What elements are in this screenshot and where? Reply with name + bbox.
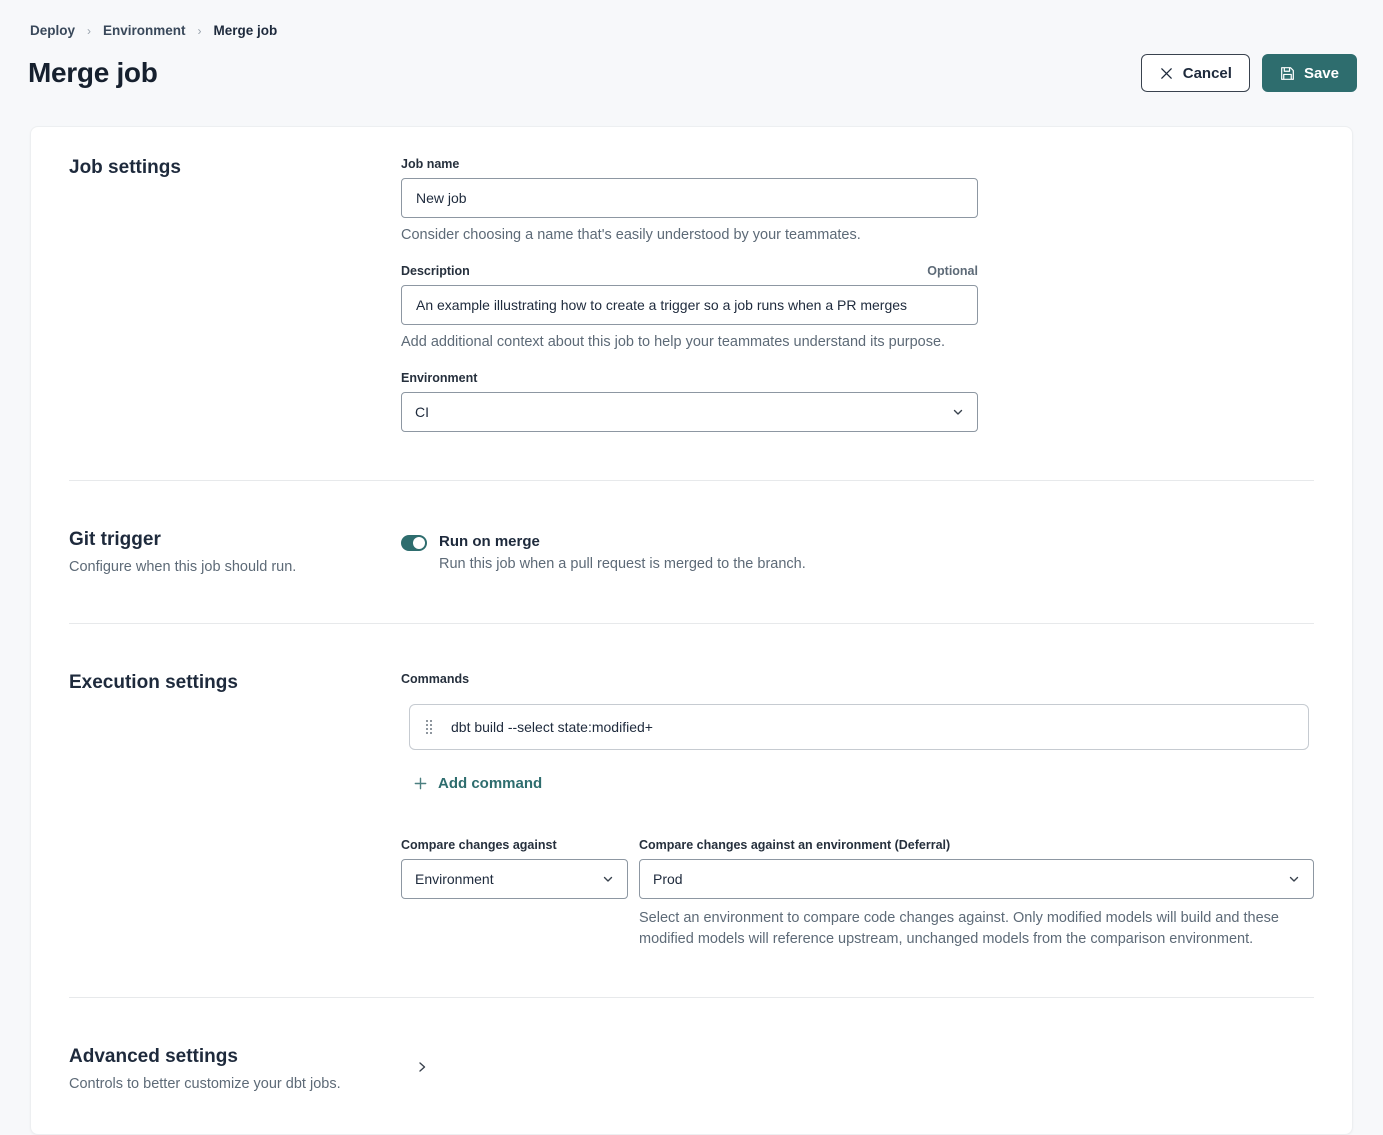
add-command-label: Add command: [438, 775, 542, 792]
section-execution-settings: Execution settings Commands Add command: [31, 624, 1352, 997]
deferral-label: Compare changes against an environment (…: [639, 838, 950, 852]
run-on-merge-label: Run on merge: [439, 533, 806, 550]
section-advanced-settings: Advanced settings Controls to better cus…: [31, 998, 1352, 1134]
cancel-button-label: Cancel: [1183, 65, 1232, 82]
git-trigger-heading: Git trigger: [69, 529, 401, 551]
page-title: Merge job: [28, 57, 158, 89]
advanced-settings-heading: Advanced settings: [69, 1046, 401, 1068]
header-actions: Cancel Save: [1141, 54, 1357, 92]
run-on-merge-toggle[interactable]: [401, 535, 427, 551]
toggle-knob: [413, 537, 425, 549]
description-input[interactable]: [401, 285, 978, 325]
compare-against-select[interactable]: Environment: [401, 859, 628, 899]
environment-field: Environment CI: [401, 371, 1314, 432]
section-git-trigger: Git trigger Configure when this job shou…: [31, 481, 1352, 623]
close-icon: [1159, 66, 1174, 81]
breadcrumb-merge-job: Merge job: [214, 23, 278, 38]
save-button-label: Save: [1304, 65, 1339, 82]
advanced-settings-subheading: Controls to better customize your dbt jo…: [69, 1076, 401, 1092]
breadcrumb: Deploy › Environment › Merge job: [30, 23, 1353, 38]
description-label: Description: [401, 264, 470, 278]
breadcrumb-separator-icon: ›: [87, 24, 91, 38]
chevron-down-icon: [602, 873, 614, 885]
run-on-merge-description: Run this job when a pull request is merg…: [439, 556, 806, 572]
chevron-right-icon[interactable]: [411, 1056, 433, 1078]
description-helper: Add additional context about this job to…: [401, 334, 1314, 350]
compare-against-label: Compare changes against: [401, 838, 557, 852]
save-icon: [1280, 66, 1295, 81]
plus-icon: [413, 776, 428, 791]
section-job-settings: Job settings Job name Consider choosing …: [31, 127, 1352, 480]
top-bar: Deploy › Environment › Merge job: [0, 0, 1383, 38]
deferral-helper: Select an environment to compare code ch…: [639, 908, 1299, 949]
compare-against-field: Compare changes against Environment: [401, 838, 628, 949]
description-optional-badge: Optional: [927, 264, 978, 278]
environment-select-value: CI: [415, 404, 429, 420]
description-field: Description Optional Add additional cont…: [401, 264, 1314, 350]
job-name-input[interactable]: [401, 178, 978, 218]
breadcrumb-environment[interactable]: Environment: [103, 23, 186, 38]
breadcrumb-deploy[interactable]: Deploy: [30, 23, 75, 38]
add-command-button[interactable]: Add command: [413, 775, 542, 792]
compare-row: Compare changes against Environment Comp…: [401, 838, 1314, 949]
command-row: [409, 704, 1309, 750]
job-name-field: Job name Consider choosing a name that's…: [401, 157, 1314, 243]
chevron-down-icon: [952, 406, 964, 418]
job-name-label: Job name: [401, 157, 459, 171]
cancel-button[interactable]: Cancel: [1141, 54, 1250, 92]
job-name-helper: Consider choosing a name that's easily u…: [401, 227, 1314, 243]
git-trigger-subheading: Configure when this job should run.: [69, 559, 401, 575]
run-on-merge-row: Run on merge Run this job when a pull re…: [401, 529, 1314, 572]
command-input[interactable]: [449, 718, 1294, 736]
commands-label: Commands: [401, 672, 1314, 686]
deferral-select[interactable]: Prod: [639, 859, 1314, 899]
environment-label: Environment: [401, 371, 477, 385]
execution-settings-heading: Execution settings: [69, 672, 401, 694]
deferral-select-value: Prod: [653, 871, 683, 887]
job-settings-card: Job settings Job name Consider choosing …: [30, 126, 1353, 1135]
environment-select[interactable]: CI: [401, 392, 978, 432]
job-settings-heading: Job settings: [69, 157, 401, 179]
drag-handle-icon[interactable]: [424, 717, 434, 737]
deferral-field: Compare changes against an environment (…: [639, 838, 1314, 949]
save-button[interactable]: Save: [1262, 54, 1357, 92]
compare-against-select-value: Environment: [415, 871, 494, 887]
breadcrumb-separator-icon: ›: [198, 24, 202, 38]
page-header: Merge job Cancel Save: [0, 54, 1383, 92]
chevron-down-icon: [1288, 873, 1300, 885]
